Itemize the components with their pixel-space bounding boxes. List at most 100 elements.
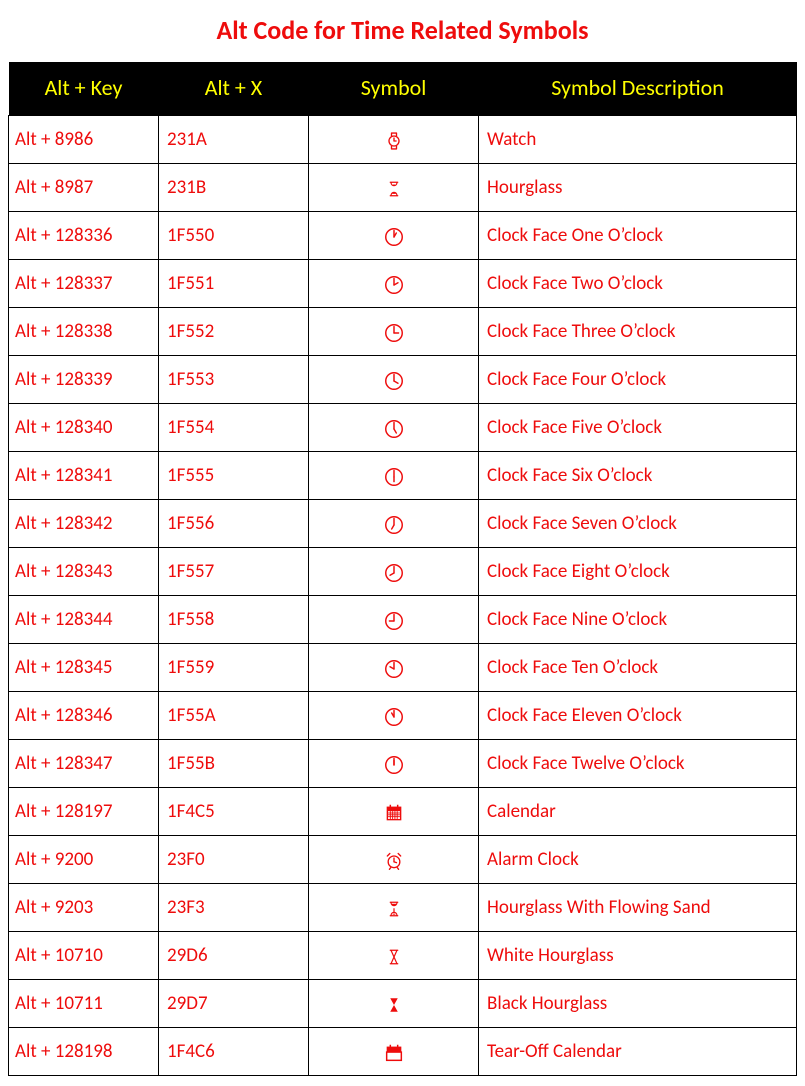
table-row: Alt + 1283361F550Clock Face One O’clock	[9, 212, 797, 260]
table-header-row: Alt + Key Alt + X Symbol Symbol Descript…	[9, 62, 797, 116]
cell-alt-x: 1F553	[159, 356, 309, 404]
watch-icon	[384, 128, 404, 152]
table-body: Alt + 8986231AWatchAlt + 8987231BHourgla…	[9, 116, 797, 1076]
cell-description: Calendar	[479, 788, 797, 836]
cell-alt-x: 1F555	[159, 452, 309, 500]
table-row: Alt + 1283451F559Clock Face Ten O’clock	[9, 644, 797, 692]
cell-symbol	[309, 836, 479, 884]
cell-description: Watch	[479, 116, 797, 164]
cell-alt-key: Alt + 128346	[9, 692, 159, 740]
cell-alt-x: 1F550	[159, 212, 309, 260]
calendar-icon	[383, 799, 405, 823]
clock6-icon	[383, 463, 405, 487]
cell-description: Clock Face Eight O’clock	[479, 548, 797, 596]
table-row: Alt + 8987231BHourglass	[9, 164, 797, 212]
cell-alt-key: Alt + 8987	[9, 164, 159, 212]
cell-alt-key: Alt + 128197	[9, 788, 159, 836]
cell-description: Clock Face Nine O’clock	[479, 596, 797, 644]
cell-symbol	[309, 740, 479, 788]
table-row: Alt + 1283431F557Clock Face Eight O’cloc…	[9, 548, 797, 596]
cell-alt-x: 1F552	[159, 308, 309, 356]
cell-symbol	[309, 596, 479, 644]
col-desc: Symbol Description	[479, 62, 797, 116]
table-row: Alt + 920023F0Alarm Clock	[9, 836, 797, 884]
cell-symbol	[309, 260, 479, 308]
table-row: Alt + 1283441F558Clock Face Nine O’clock	[9, 596, 797, 644]
alt-code-table: Alt + Key Alt + X Symbol Symbol Descript…	[8, 62, 797, 1076]
black-hourglass-icon	[385, 992, 403, 1016]
cell-alt-x: 1F55A	[159, 692, 309, 740]
clock2-icon	[383, 271, 405, 295]
cell-alt-key: Alt + 128344	[9, 596, 159, 644]
cell-symbol	[309, 788, 479, 836]
cell-alt-x: 1F551	[159, 260, 309, 308]
clock4-icon	[383, 367, 405, 391]
table-row: Alt + 1071029D6White Hourglass	[9, 932, 797, 980]
cell-symbol	[309, 644, 479, 692]
cell-symbol	[309, 692, 479, 740]
clock10-icon	[383, 655, 405, 679]
cell-description: Hourglass With Flowing Sand	[479, 884, 797, 932]
cell-symbol	[309, 452, 479, 500]
cell-description: Clock Face Six O’clock	[479, 452, 797, 500]
table-row: Alt + 1281971F4C5 Calendar	[9, 788, 797, 836]
tearoff-calendar-icon	[383, 1039, 405, 1063]
cell-description: Black Hourglass	[479, 980, 797, 1028]
cell-alt-key: Alt + 10711	[9, 980, 159, 1028]
cell-alt-x: 1F55B	[159, 740, 309, 788]
cell-alt-x: 23F3	[159, 884, 309, 932]
cell-description: Clock Face Two O’clock	[479, 260, 797, 308]
cell-alt-key: Alt + 128343	[9, 548, 159, 596]
cell-alt-x: 1F556	[159, 500, 309, 548]
white-hourglass-icon	[385, 944, 403, 968]
cell-alt-key: Alt + 10710	[9, 932, 159, 980]
cell-symbol	[309, 1028, 479, 1076]
cell-alt-x: 1F4C6	[159, 1028, 309, 1076]
cell-alt-key: Alt + 128337	[9, 260, 159, 308]
cell-description: Tear-Off Calendar	[479, 1028, 797, 1076]
cell-alt-key: Alt + 128347	[9, 740, 159, 788]
cell-alt-key: Alt + 128342	[9, 500, 159, 548]
clock11-icon	[383, 703, 405, 727]
cell-description: Clock Face Three O’clock	[479, 308, 797, 356]
clock12-icon	[383, 751, 405, 775]
table-row: Alt + 1283461F55A Clock Face Eleven O’clo…	[9, 692, 797, 740]
table-row: Alt + 8986231AWatch	[9, 116, 797, 164]
cell-description: Clock Face Four O’clock	[479, 356, 797, 404]
cell-alt-x: 29D6	[159, 932, 309, 980]
table-row: Alt + 920323F3Hourglass With Flowing San…	[9, 884, 797, 932]
table-row: Alt + 1283391F553 Clock Face Four O’clock	[9, 356, 797, 404]
cell-description: Clock Face Eleven O’clock	[479, 692, 797, 740]
cell-alt-x: 1F4C5	[159, 788, 309, 836]
cell-symbol	[309, 212, 479, 260]
cell-alt-key: Alt + 128341	[9, 452, 159, 500]
clock8-icon	[383, 559, 405, 583]
col-alt-x: Alt + X	[159, 62, 309, 116]
cell-alt-key: Alt + 128338	[9, 308, 159, 356]
clock5-icon	[383, 415, 405, 439]
cell-symbol	[309, 500, 479, 548]
cell-alt-key: Alt + 128339	[9, 356, 159, 404]
cell-alt-x: 1F559	[159, 644, 309, 692]
table-row: Alt + 1283471F55BClock Face Twelve O’clo…	[9, 740, 797, 788]
cell-alt-x: 231B	[159, 164, 309, 212]
cell-description: Alarm Clock	[479, 836, 797, 884]
clock3-icon	[383, 319, 405, 343]
cell-symbol	[309, 164, 479, 212]
cell-symbol	[309, 404, 479, 452]
col-symbol: Symbol	[309, 62, 479, 116]
cell-alt-x: 23F0	[159, 836, 309, 884]
cell-symbol	[309, 932, 479, 980]
table-row: Alt + 1071129D7Black Hourglass	[9, 980, 797, 1028]
clock9-icon	[383, 607, 405, 631]
table-row: Alt + 1281981F4C6Tear-Off Calendar	[9, 1028, 797, 1076]
cell-symbol	[309, 548, 479, 596]
cell-alt-key: Alt + 128345	[9, 644, 159, 692]
cell-symbol	[309, 884, 479, 932]
alarm-icon	[384, 848, 404, 872]
cell-alt-x: 1F554	[159, 404, 309, 452]
cell-alt-key: Alt + 8986	[9, 116, 159, 164]
col-alt-key: Alt + Key	[9, 62, 159, 116]
cell-symbol	[309, 116, 479, 164]
clock7-icon	[383, 511, 405, 535]
